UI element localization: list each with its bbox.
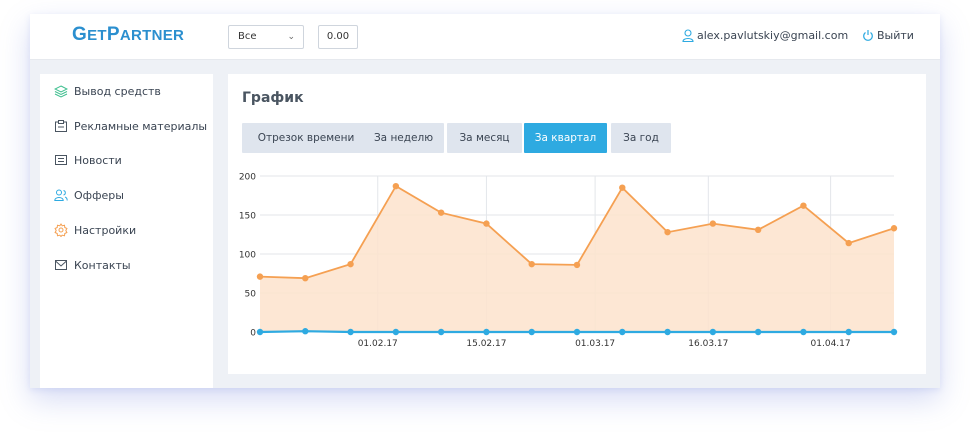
sidebar-item-label: Настройки bbox=[74, 224, 137, 237]
chart-panel: График Отрезок времени За неделю За меся… bbox=[228, 74, 926, 374]
sidebar: Вывод средств Рекламные материалы Новост… bbox=[40, 74, 213, 388]
y-tick-label: 100 bbox=[239, 251, 256, 261]
filter-select[interactable]: Все ⌄ bbox=[228, 25, 304, 49]
data-point bbox=[664, 328, 671, 336]
data-point bbox=[573, 261, 581, 269]
data-point bbox=[709, 220, 717, 227]
logout-button[interactable]: Выйти bbox=[862, 28, 914, 44]
user-icon bbox=[682, 29, 694, 43]
data-point bbox=[483, 328, 490, 336]
data-point bbox=[302, 274, 309, 282]
filter-select-value: Все bbox=[238, 31, 257, 42]
logo[interactable]: GETPARTNER bbox=[72, 24, 184, 46]
data-point bbox=[890, 225, 898, 232]
users-icon bbox=[54, 189, 68, 201]
sidebar-item-label: Офферы bbox=[74, 189, 124, 202]
data-point bbox=[800, 328, 807, 336]
tab-month[interactable]: За месяц bbox=[447, 123, 522, 153]
data-point bbox=[483, 220, 490, 227]
amount-field[interactable]: 0.00 bbox=[318, 25, 358, 49]
data-point bbox=[347, 328, 354, 336]
logout-label: Выйти bbox=[877, 29, 914, 42]
x-tick-label: 01.04.17 bbox=[811, 339, 851, 349]
data-point bbox=[754, 226, 762, 234]
data-point bbox=[256, 328, 264, 336]
x-tick-label: 15.02.17 bbox=[466, 339, 506, 349]
data-point bbox=[256, 273, 264, 280]
x-tick-label: 01.02.17 bbox=[358, 339, 398, 349]
gear-icon bbox=[54, 223, 68, 237]
x-tick-label: 01.03.17 bbox=[575, 339, 615, 349]
sidebar-item-contacts[interactable]: Контакты bbox=[54, 257, 131, 275]
data-point bbox=[573, 328, 581, 336]
user-email: alex.pavlutskiy@gmail.com bbox=[697, 29, 849, 42]
user-account[interactable]: alex.pavlutskiy@gmail.com bbox=[682, 28, 848, 44]
data-point bbox=[528, 328, 535, 336]
data-point bbox=[845, 328, 852, 336]
top-bar: GETPARTNER Все ⌄ 0.00 alex.pavlutskiy@gm… bbox=[30, 14, 940, 60]
sidebar-item-offers[interactable]: Офферы bbox=[54, 187, 124, 205]
sidebar-item-news[interactable]: Новости bbox=[54, 152, 122, 170]
tab-quarter[interactable]: За квартал bbox=[524, 123, 607, 153]
data-point bbox=[347, 260, 354, 268]
sidebar-item-label: Вывод средств bbox=[74, 85, 161, 98]
y-tick-label: 50 bbox=[245, 290, 257, 300]
x-tick-label: 16.03.17 bbox=[688, 339, 728, 349]
clipboard-icon bbox=[55, 120, 67, 132]
data-point bbox=[392, 328, 400, 336]
y-tick-label: 200 bbox=[239, 173, 256, 183]
data-point bbox=[619, 328, 626, 336]
power-icon bbox=[863, 30, 873, 41]
sidebar-item-promo[interactable]: Рекламные материалы bbox=[54, 118, 207, 136]
tab-year[interactable]: За год bbox=[611, 123, 671, 153]
tab-time-range[interactable]: Отрезок времени bbox=[242, 123, 370, 153]
y-tick-label: 0 bbox=[250, 329, 256, 339]
sidebar-item-label: Контакты bbox=[74, 259, 131, 272]
sidebar-item-settings[interactable]: Настройки bbox=[54, 222, 136, 240]
area-chart: 0 50 100 150 200 01.02.17 15.02.17 01.03.17 16.0… bbox=[239, 173, 898, 349]
data-point bbox=[890, 328, 898, 336]
data-point bbox=[619, 184, 626, 191]
sidebar-item-label: Новости bbox=[74, 154, 122, 167]
data-point bbox=[302, 328, 309, 335]
page-title: График bbox=[242, 90, 304, 106]
data-point bbox=[437, 328, 445, 336]
data-point bbox=[664, 228, 671, 236]
mail-icon bbox=[55, 260, 67, 270]
sidebar-item-label: Рекламные материалы bbox=[74, 120, 208, 133]
data-point bbox=[800, 202, 807, 209]
sidebar-item-withdraw[interactable]: Вывод средств bbox=[54, 83, 161, 101]
data-point bbox=[709, 328, 717, 336]
app-window: GETPARTNER Все ⌄ 0.00 alex.pavlutskiy@gm… bbox=[30, 14, 940, 388]
layers-icon bbox=[54, 85, 68, 98]
data-point bbox=[754, 328, 762, 336]
news-icon bbox=[55, 155, 67, 165]
data-point bbox=[528, 260, 535, 268]
chevron-down-icon: ⌄ bbox=[287, 32, 295, 42]
data-point bbox=[392, 182, 400, 190]
y-tick-label: 150 bbox=[239, 212, 256, 222]
tab-week[interactable]: За неделю bbox=[363, 123, 444, 153]
data-point bbox=[437, 209, 445, 216]
data-point bbox=[845, 239, 852, 247]
